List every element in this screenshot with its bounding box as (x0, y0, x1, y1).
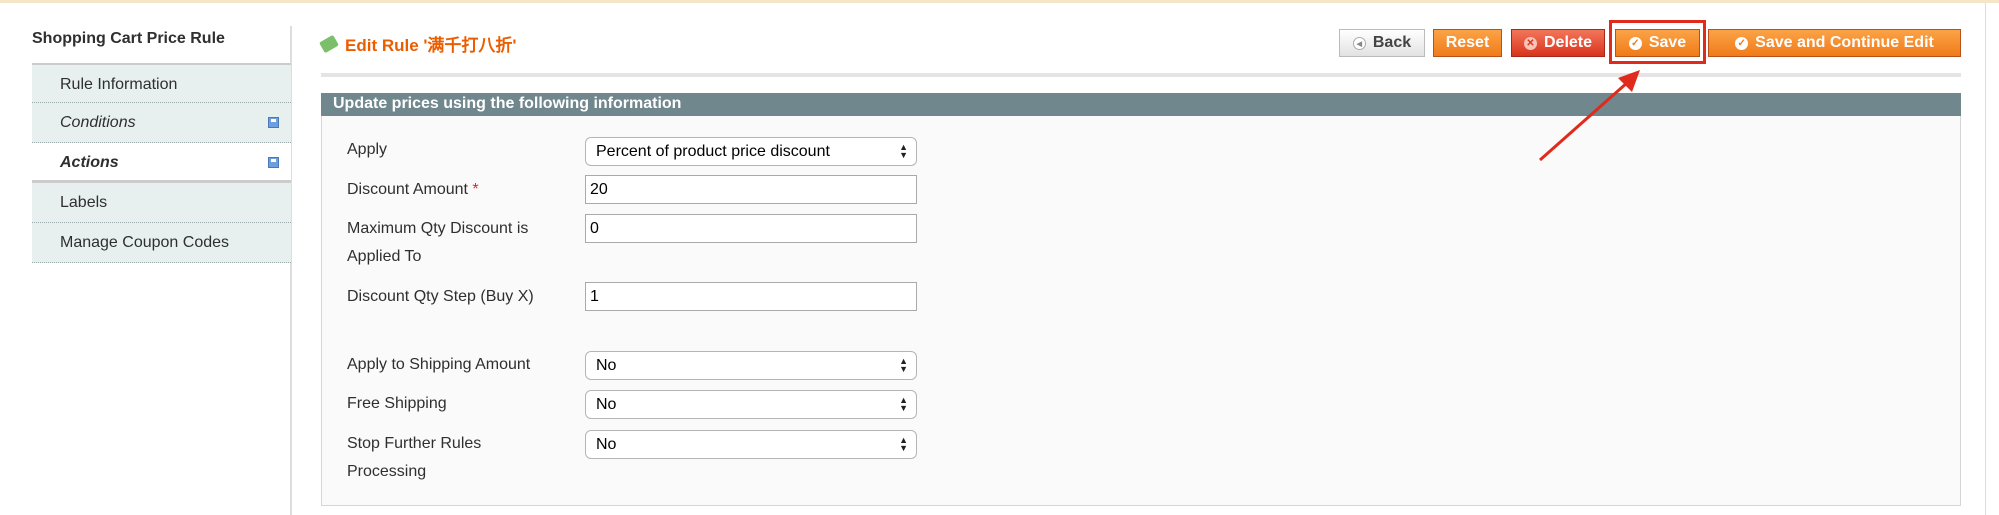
annotation-arrow-icon (1539, 70, 1640, 162)
